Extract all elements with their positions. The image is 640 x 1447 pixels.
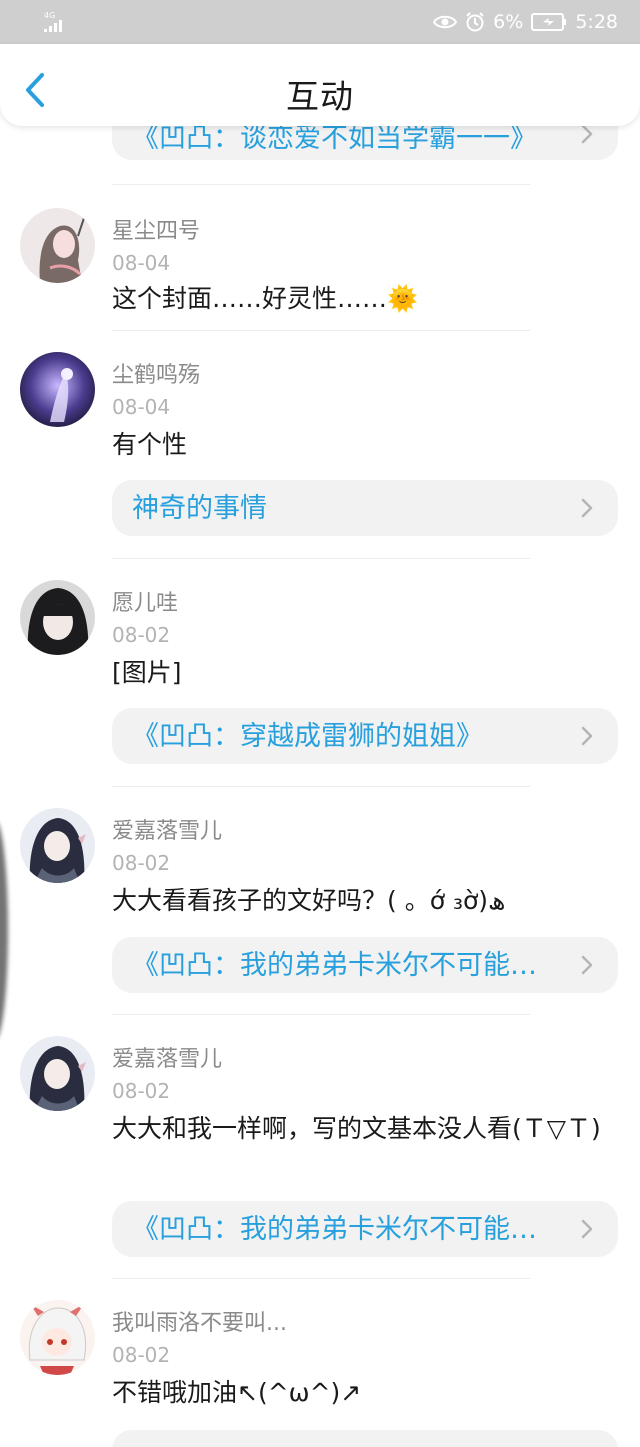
divider <box>112 1014 530 1015</box>
status-right-group: 6% 5:28 <box>433 0 618 44</box>
page-title: 互动 <box>286 77 354 116</box>
work-link-text: 《凹凸：我的弟弟卡米尔不可能… <box>132 1214 537 1245</box>
comment-date: 08-04 <box>112 251 171 275</box>
comment-text: [图片] <box>112 658 182 687</box>
avatar[interactable] <box>20 1300 95 1375</box>
comment-text: 有个性 <box>112 430 188 459</box>
network-type: 4G <box>44 11 56 20</box>
work-link-text: 《凹凸：谈恋爱不如当学霸一一》 <box>132 123 537 154</box>
avatar[interactable] <box>20 808 95 883</box>
signal-icon: 4G <box>44 12 76 32</box>
chevron-right-icon <box>581 1219 593 1239</box>
comment-text: 大大和我一样啊，写的文基本没人看(Ｔ▽Ｔ) <box>112 1114 601 1143</box>
status-bar: 4G 6% 5:28 <box>0 0 640 44</box>
comment-text: 这个封面……好灵性……🌞 <box>112 284 419 313</box>
comment-date: 08-02 <box>112 1343 171 1367</box>
clock-time: 5:28 <box>575 11 618 33</box>
work-link-card[interactable] <box>112 1430 618 1447</box>
avatar[interactable] <box>20 208 95 283</box>
work-link-card[interactable]: 《凹凸：穿越成雷狮的姐姐》 <box>112 708 618 764</box>
work-link-card[interactable]: 《凹凸：我的弟弟卡米尔不可能… <box>112 1201 618 1257</box>
avatar[interactable] <box>20 352 95 427</box>
divider <box>112 558 530 559</box>
comment-text: 大大看看孩子的文好吗？( 。ớ ₃ờ)ھ <box>112 886 506 915</box>
chevron-right-icon <box>581 955 593 975</box>
work-link-text: 神奇的事情 <box>132 493 267 524</box>
eye-icon <box>433 14 458 30</box>
comment-date: 08-04 <box>112 395 171 419</box>
work-link-text: 《凹凸：我的弟弟卡米尔不可能… <box>132 950 537 981</box>
work-link-text: 《凹凸：穿越成雷狮的姐姐》 <box>132 721 483 752</box>
avatar[interactable] <box>20 580 95 655</box>
alarm-icon <box>465 12 485 32</box>
user-name[interactable]: 愿儿哇 <box>112 590 178 618</box>
chevron-right-icon <box>581 498 593 518</box>
comment-text: 不错哦加油↖(^ω^)↗ <box>112 1378 362 1407</box>
comment-date: 08-02 <box>112 623 171 647</box>
user-name[interactable]: 星尘四号 <box>112 218 200 246</box>
avatar[interactable] <box>20 1036 95 1111</box>
chevron-right-icon <box>581 124 593 144</box>
work-link-card[interactable]: 神奇的事情 <box>112 480 618 536</box>
user-name[interactable]: 爱嘉落雪儿 <box>112 1046 222 1074</box>
divider <box>112 330 530 331</box>
divider <box>112 1278 530 1279</box>
comment-date: 08-02 <box>112 1079 171 1103</box>
battery-percent: 6% <box>493 11 524 33</box>
battery-charging-icon <box>531 13 567 31</box>
user-name[interactable]: 我叫雨洛不要叫... <box>112 1310 287 1338</box>
user-name[interactable]: 爱嘉落雪儿 <box>112 818 222 846</box>
comment-date: 08-02 <box>112 851 171 875</box>
divider <box>112 786 530 787</box>
user-name[interactable]: 尘鹤鸣殇 <box>112 362 200 390</box>
chevron-right-icon <box>581 726 593 746</box>
app-header: 互动 <box>0 44 640 126</box>
edge-shadow <box>0 820 8 1040</box>
work-link-card[interactable]: 《凹凸：我的弟弟卡米尔不可能… <box>112 937 618 993</box>
divider <box>112 184 530 185</box>
